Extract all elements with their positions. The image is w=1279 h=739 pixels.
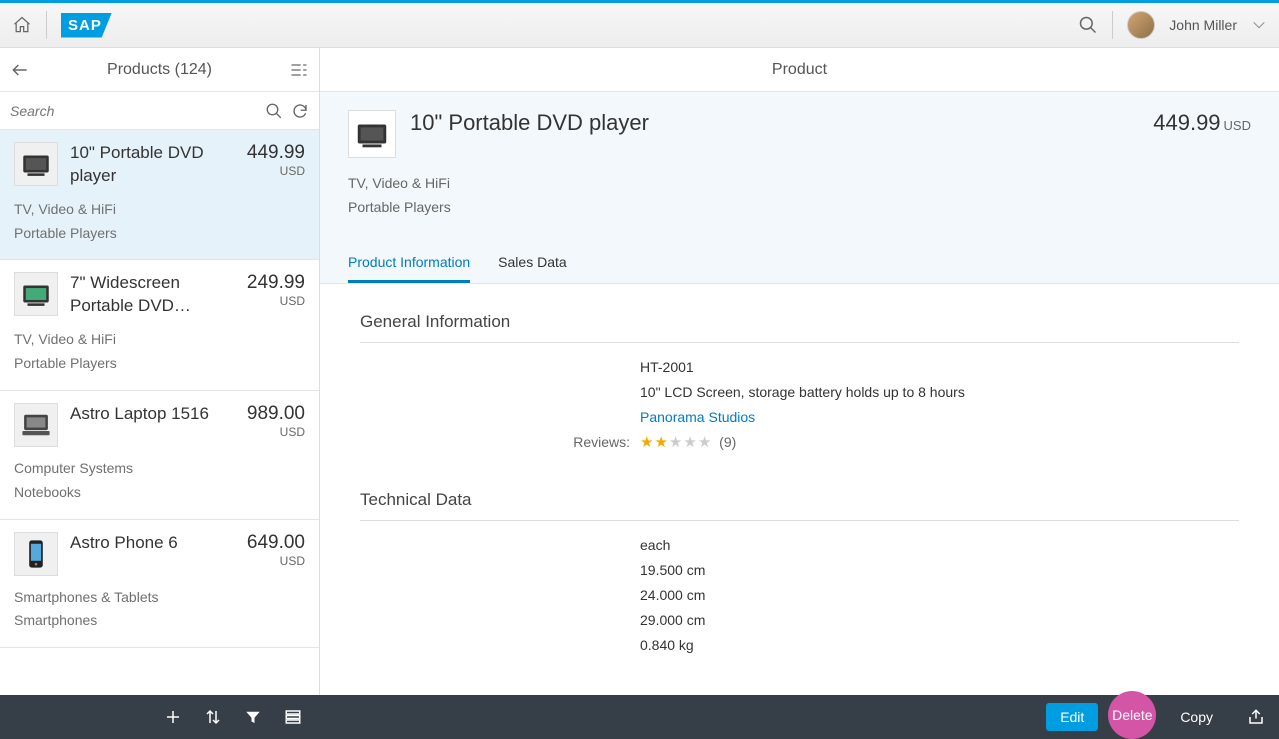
- product-price: 649.00 USD: [247, 532, 305, 576]
- back-icon[interactable]: [10, 60, 30, 80]
- sap-logo: SAP: [61, 13, 112, 38]
- product-categories: Computer Systems Notebooks: [14, 457, 305, 505]
- sort-icon[interactable]: [204, 708, 222, 726]
- object-title: 10" Portable DVD player: [410, 110, 1139, 136]
- product-price: 989.00 USD: [247, 403, 305, 447]
- price-value: 449.99: [1153, 110, 1220, 135]
- shell-header: SAP John Miller: [0, 3, 1279, 48]
- tech-weight: 0.840 kg: [640, 635, 694, 656]
- copy-button[interactable]: Copy: [1166, 703, 1227, 731]
- master-search-bar: [0, 92, 319, 130]
- detail-header-title: Product: [320, 48, 1279, 92]
- divider: [46, 11, 47, 39]
- master-panel: Products (124) 10" Portable DVD player 4…: [0, 48, 320, 695]
- product-id: HT-2001: [640, 357, 694, 378]
- chevron-down-icon[interactable]: [1251, 17, 1267, 33]
- master-header: Products (124): [0, 48, 319, 92]
- product-categories: TV, Video & HiFi Portable Players: [14, 198, 305, 246]
- supplier-link[interactable]: Panorama Studios: [640, 407, 755, 428]
- star-icon: ★: [683, 432, 696, 455]
- tech-dim2: 24.000 cm: [640, 585, 705, 606]
- product-name: Astro Laptop 1516: [70, 403, 235, 447]
- divider: [1112, 11, 1113, 39]
- avatar[interactable]: [1127, 11, 1155, 39]
- section-technical-title: Technical Data: [360, 490, 1239, 521]
- list-item[interactable]: Astro Phone 6 649.00 USD Smartphones & T…: [0, 520, 319, 649]
- filter-icon[interactable]: [244, 708, 262, 726]
- home-icon[interactable]: [12, 15, 32, 35]
- star-icon: ★: [654, 432, 667, 455]
- search-icon[interactable]: [265, 102, 283, 120]
- footer-detail: Edit Delete Copy: [320, 695, 1279, 739]
- product-image: [348, 110, 396, 158]
- list-settings-icon[interactable]: [289, 60, 309, 80]
- tab-bar: Product Information Sales Data: [348, 244, 1251, 283]
- product-thumb: [14, 403, 58, 447]
- tab-sales-data[interactable]: Sales Data: [498, 244, 566, 283]
- footer: Edit Delete Copy: [0, 695, 1279, 739]
- product-name: 10" Portable DVD player: [70, 142, 235, 188]
- tech-dim1: 19.500 cm: [640, 560, 705, 581]
- edit-button[interactable]: Edit: [1046, 703, 1098, 731]
- star-icon: ★: [669, 432, 682, 455]
- search-input[interactable]: [10, 103, 257, 119]
- group-icon[interactable]: [284, 708, 302, 726]
- product-categories: TV, Video & HiFi Portable Players: [14, 328, 305, 376]
- product-price: 449.99 USD: [247, 142, 305, 188]
- product-thumb: [14, 532, 58, 576]
- master-title: Products (124): [30, 61, 289, 79]
- product-price: 249.99 USD: [247, 272, 305, 318]
- object-header: 10" Portable DVD player 449.99 USD TV, Vi…: [320, 92, 1279, 284]
- delete-button[interactable]: Delete: [1108, 691, 1156, 739]
- user-name: John Miller: [1169, 17, 1237, 33]
- detail-content: General Information HT-2001 10" LCD Scre…: [320, 284, 1279, 695]
- tab-product-information[interactable]: Product Information: [348, 244, 470, 283]
- section-general-title: General Information: [360, 312, 1239, 343]
- object-price: 449.99 USD: [1153, 110, 1251, 136]
- star-icon: ★: [698, 432, 711, 455]
- tech-dim3: 29.000 cm: [640, 610, 705, 631]
- category-primary: TV, Video & HiFi: [348, 172, 1251, 196]
- product-thumb: [14, 272, 58, 316]
- footer-master: [0, 695, 320, 739]
- list-item[interactable]: 7" Widescreen Portable DVD… 249.99 USD T…: [0, 260, 319, 390]
- product-name: Astro Phone 6: [70, 532, 235, 576]
- list-item[interactable]: Astro Laptop 1516 989.00 USD Computer Sy…: [0, 391, 319, 520]
- reviews-label: Reviews:: [360, 432, 640, 455]
- product-name: 7" Widescreen Portable DVD…: [70, 272, 235, 318]
- product-description: 10" LCD Screen, storage battery holds up…: [640, 382, 965, 403]
- reviews-value: ★★★★★ (9): [640, 432, 736, 455]
- review-count: (9): [719, 434, 736, 450]
- star-icon: ★: [640, 432, 653, 455]
- category-secondary: Portable Players: [348, 196, 1251, 220]
- add-icon[interactable]: [164, 708, 182, 726]
- detail-panel: Product 10" Portable DVD player 449.99 US…: [320, 48, 1279, 695]
- tech-unit: each: [640, 535, 670, 556]
- rating-stars: ★★★★★: [640, 432, 711, 455]
- refresh-icon[interactable]: [291, 102, 309, 120]
- object-attributes: TV, Video & HiFi Portable Players: [348, 172, 1251, 220]
- price-currency: USD: [1224, 118, 1251, 133]
- product-list[interactable]: 10" Portable DVD player 449.99 USD TV, V…: [0, 130, 319, 695]
- product-categories: Smartphones & Tablets Smartphones: [14, 586, 305, 634]
- search-icon[interactable]: [1078, 15, 1098, 35]
- share-icon[interactable]: [1247, 708, 1265, 726]
- product-thumb: [14, 142, 58, 186]
- list-item[interactable]: 10" Portable DVD player 449.99 USD TV, V…: [0, 130, 319, 260]
